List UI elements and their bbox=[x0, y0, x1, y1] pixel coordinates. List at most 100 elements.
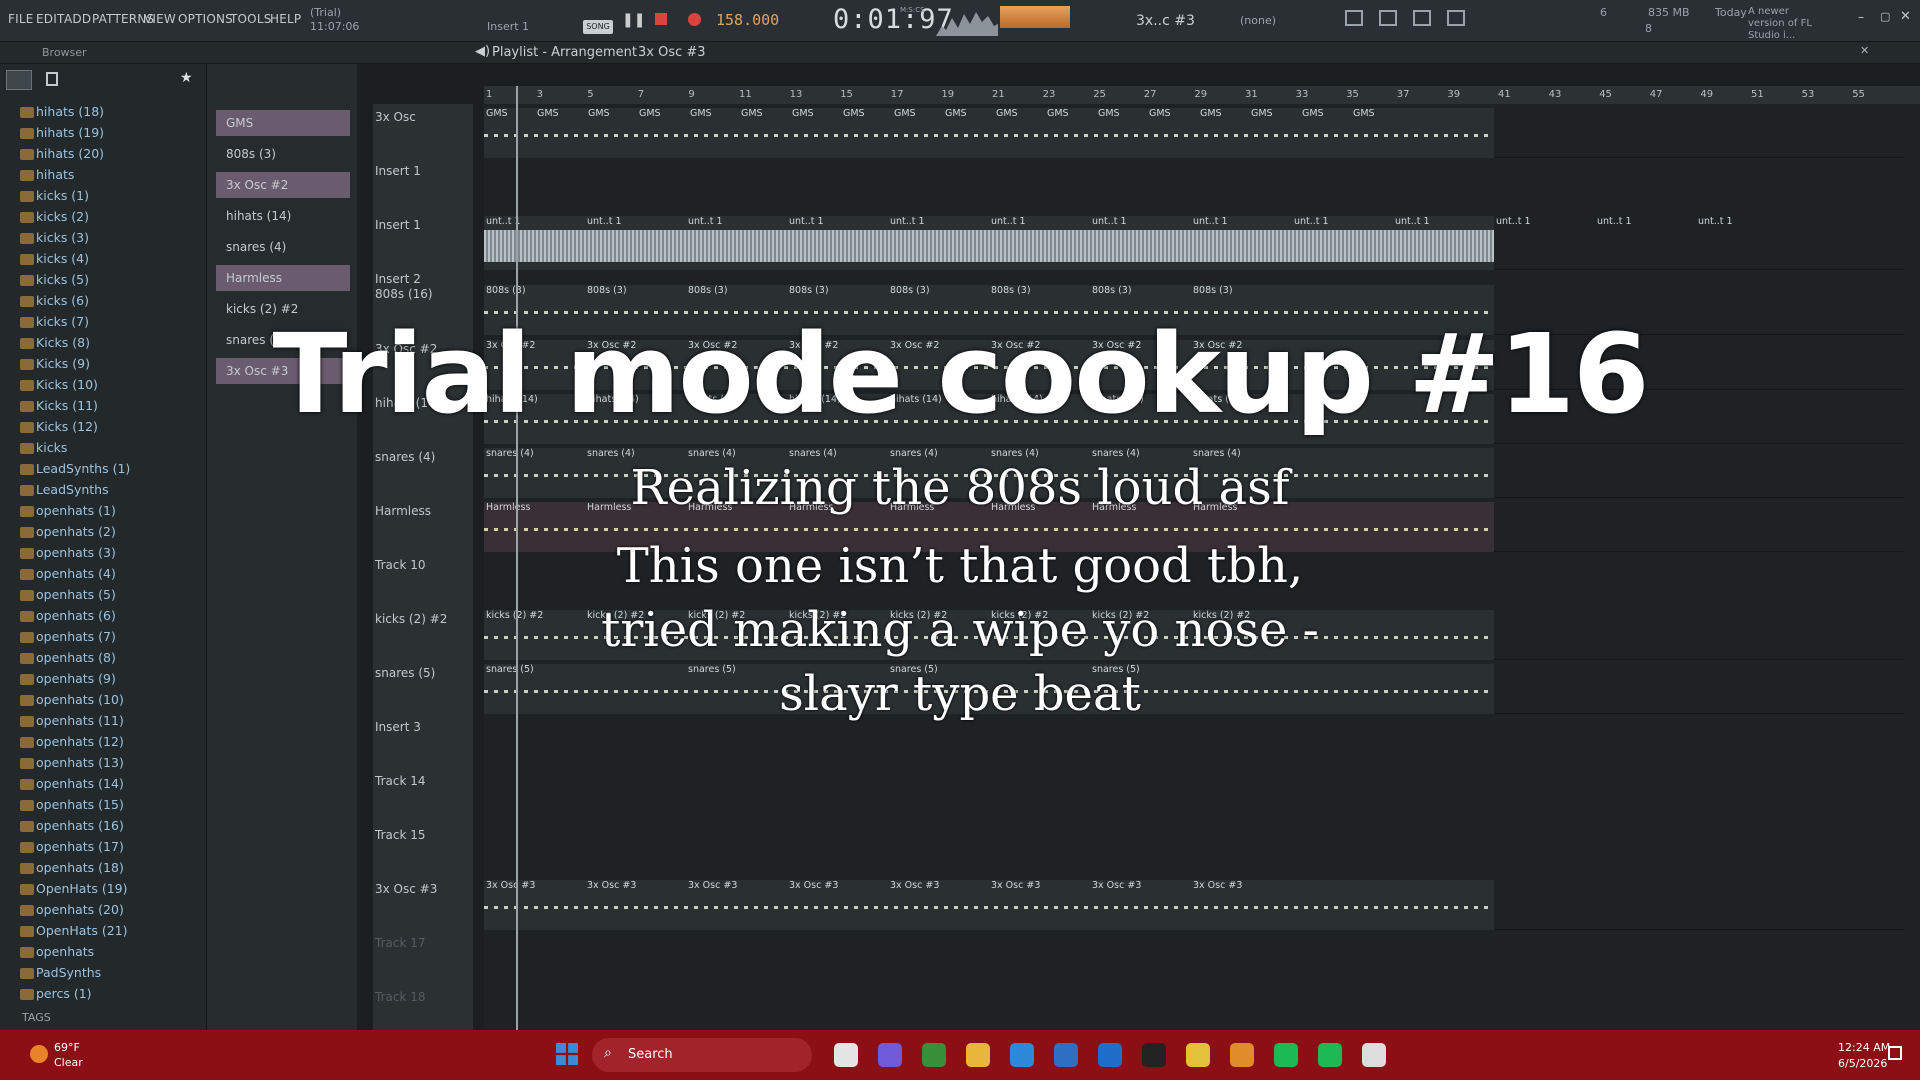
chrome-icon[interactable] bbox=[1186, 1043, 1210, 1067]
star-icon[interactable]: ★ bbox=[180, 70, 193, 86]
menu-file[interactable]: FILE bbox=[8, 12, 34, 26]
clip-label[interactable]: 808s (3) bbox=[890, 285, 987, 297]
clip-label[interactable]: 808s (3) bbox=[486, 285, 583, 297]
browser-item[interactable]: hihats bbox=[20, 165, 74, 185]
picker-item[interactable]: 3x Osc #2 bbox=[216, 172, 350, 198]
clip-label[interactable]: unt..t 1 bbox=[890, 216, 987, 228]
clip-label[interactable]: 3x Osc #3 bbox=[991, 880, 1088, 892]
clip-label[interactable]: snares (4) bbox=[587, 448, 684, 460]
clip-label[interactable]: unt..t 1 bbox=[1294, 216, 1391, 228]
clip-label[interactable]: unt..t 1 bbox=[486, 216, 583, 228]
track-name[interactable]: 3x Osc #3 bbox=[375, 882, 437, 896]
clip-label[interactable]: 3x Osc #3 bbox=[890, 880, 987, 892]
menu-edit[interactable]: EDIT bbox=[36, 12, 65, 26]
browser-item[interactable]: kicks (4) bbox=[20, 249, 89, 269]
track-name[interactable]: Insert 2 bbox=[375, 272, 421, 286]
fl-studio-icon[interactable] bbox=[1230, 1043, 1254, 1067]
browser-item[interactable]: OpenHats (19) bbox=[20, 879, 128, 899]
none-selector[interactable]: (none) bbox=[1240, 14, 1276, 27]
windows-start-icon[interactable] bbox=[556, 1043, 578, 1065]
menu-options[interactable]: OPTIONS bbox=[178, 12, 233, 26]
track-name[interactable]: 808s (16) bbox=[375, 287, 433, 301]
browser-item[interactable]: openhats (15) bbox=[20, 795, 124, 815]
maximize-icon[interactable]: ▢ bbox=[1880, 10, 1890, 23]
browser-item[interactable]: openhats (20) bbox=[20, 900, 124, 920]
clip-label[interactable]: 3x Osc #3 bbox=[486, 880, 583, 892]
xbox-icon[interactable] bbox=[1318, 1043, 1342, 1067]
clip-label[interactable]: 3x Osc #3 bbox=[1092, 880, 1189, 892]
clip-label[interactable]: GMS bbox=[945, 108, 992, 120]
browser-all-icon[interactable] bbox=[6, 70, 32, 90]
spotify-icon[interactable] bbox=[1274, 1043, 1298, 1067]
taskbar-search[interactable]: ⌕ Search bbox=[592, 1038, 812, 1072]
clip-label[interactable]: 808s (3) bbox=[1092, 285, 1189, 297]
news-text[interactable]: A newer version of FL Studio i... bbox=[1748, 6, 1828, 42]
clip-label[interactable]: GMS bbox=[1200, 108, 1247, 120]
browser-item[interactable]: kicks (1) bbox=[20, 186, 89, 206]
clip-label[interactable]: GMS bbox=[1098, 108, 1145, 120]
menu-view[interactable]: VIEW bbox=[144, 12, 176, 26]
song-mode-toggle[interactable]: SONG bbox=[583, 20, 613, 34]
clip-label[interactable]: 808s (3) bbox=[1193, 285, 1290, 297]
terminal-icon[interactable] bbox=[1142, 1043, 1166, 1067]
track-name[interactable]: Insert 1 bbox=[375, 164, 421, 178]
clip-label[interactable]: snares (4) bbox=[890, 448, 987, 460]
browser-item[interactable]: kicks bbox=[20, 438, 67, 458]
clip-label[interactable]: 3x Osc #3 bbox=[1193, 880, 1290, 892]
track-name[interactable]: Track 15 bbox=[375, 828, 425, 842]
picker-item[interactable]: 808s (3) bbox=[216, 141, 350, 167]
minecraft-icon[interactable] bbox=[922, 1043, 946, 1067]
picker-item[interactable]: snares (4) bbox=[216, 234, 350, 260]
clip-label[interactable]: snares (4) bbox=[688, 448, 785, 460]
clip-label[interactable]: GMS bbox=[792, 108, 839, 120]
track-name[interactable]: Track 18 bbox=[375, 990, 425, 1004]
clip-label[interactable]: snares (4) bbox=[1193, 448, 1290, 460]
clip-label[interactable]: GMS bbox=[894, 108, 941, 120]
track-name[interactable]: Insert 3 bbox=[375, 720, 421, 734]
minimize-icon[interactable]: – bbox=[1858, 10, 1864, 24]
playlist-icon[interactable] bbox=[1345, 10, 1363, 26]
piano-roll-icon[interactable] bbox=[1379, 10, 1397, 26]
stop-button[interactable] bbox=[655, 13, 667, 25]
picker-item[interactable]: hihats (14) bbox=[216, 203, 350, 229]
browser-item[interactable]: openhats (13) bbox=[20, 753, 124, 773]
folder-icon[interactable] bbox=[966, 1043, 990, 1067]
clip-label[interactable]: 808s (3) bbox=[991, 285, 1088, 297]
edge-icon[interactable] bbox=[1010, 1043, 1034, 1067]
clip-label[interactable]: 3x Osc #3 bbox=[587, 880, 684, 892]
menu-add[interactable]: ADD bbox=[64, 12, 91, 26]
clip-label[interactable]: GMS bbox=[690, 108, 737, 120]
browser-item[interactable]: percs (1) bbox=[20, 984, 92, 1004]
clip-label[interactable]: unt..t 1 bbox=[789, 216, 886, 228]
outlook-icon[interactable] bbox=[1098, 1043, 1122, 1067]
store-icon[interactable] bbox=[1054, 1043, 1078, 1067]
clip-label[interactable]: unt..t 1 bbox=[1698, 216, 1795, 228]
clip-label[interactable]: 808s (3) bbox=[789, 285, 886, 297]
clip-label[interactable]: unt..t 1 bbox=[1496, 216, 1593, 228]
weather-icon[interactable] bbox=[30, 1045, 48, 1063]
browser-item[interactable]: openhats (12) bbox=[20, 732, 124, 752]
tempo-display[interactable]: 158.000 bbox=[716, 11, 779, 29]
playlist-close-icon[interactable]: ✕ bbox=[1860, 44, 1869, 57]
mixer-icon[interactable] bbox=[1447, 10, 1465, 26]
picker-item[interactable]: Harmless bbox=[216, 265, 350, 291]
close-icon[interactable]: ✕ bbox=[1900, 9, 1911, 24]
browser-item[interactable]: openhats (16) bbox=[20, 816, 124, 836]
channel-rack-icon[interactable] bbox=[1413, 10, 1431, 26]
clip-label[interactable]: GMS bbox=[639, 108, 686, 120]
clip-label[interactable]: 3x Osc #3 bbox=[789, 880, 886, 892]
pause-button[interactable]: ❚❚ bbox=[622, 12, 645, 28]
clip-label[interactable]: 808s (3) bbox=[587, 285, 684, 297]
clip-label[interactable]: 3x Osc #3 bbox=[688, 880, 785, 892]
clip-label[interactable]: GMS bbox=[486, 108, 533, 120]
clip-label[interactable]: GMS bbox=[996, 108, 1043, 120]
browser-item[interactable]: kicks (6) bbox=[20, 291, 89, 311]
clip-label[interactable]: unt..t 1 bbox=[1597, 216, 1694, 228]
clip-label[interactable]: unt..t 1 bbox=[1395, 216, 1492, 228]
notification-icon[interactable] bbox=[1888, 1046, 1902, 1060]
clip-label[interactable]: unt..t 1 bbox=[587, 216, 684, 228]
clip-label[interactable]: unt..t 1 bbox=[688, 216, 785, 228]
track-name[interactable]: Insert 1 bbox=[375, 218, 421, 232]
track-name[interactable]: 3x Osc bbox=[375, 110, 416, 124]
track-name[interactable]: Track 14 bbox=[375, 774, 425, 788]
